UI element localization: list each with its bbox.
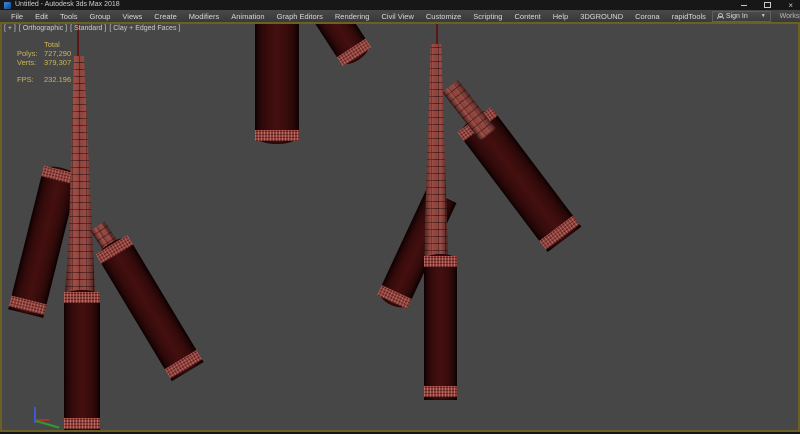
chevron-down-icon: ▼ (761, 13, 766, 19)
right-bottom-cylinder-cap-bottom (424, 386, 457, 397)
left-bottom-cylinder-cap-top (64, 292, 100, 303)
close-icon[interactable]: × (788, 2, 793, 9)
menu-modifiers[interactable]: Modifiers (183, 12, 225, 21)
top-middle-cylinder-cap-bottom (255, 130, 299, 141)
stats-verts-label: Verts: (17, 58, 39, 67)
title-bar: Untitled - Autodesk 3ds Max 2018 × (0, 0, 800, 10)
top-middle-cylinder[interactable] (255, 22, 299, 144)
menu-bar: FileEditToolsGroupViewsCreateModifiersAn… (0, 10, 800, 22)
menu-items: FileEditToolsGroupViewsCreateModifiersAn… (5, 12, 712, 21)
right-trunk[interactable] (424, 44, 448, 258)
scene-3d (0, 22, 800, 432)
sign-in-label: Sign In (726, 13, 748, 20)
sign-in-button[interactable]: Sign In ▼ (712, 11, 771, 22)
app-icon (4, 2, 11, 9)
menu-corona[interactable]: Corona (629, 12, 666, 21)
menu-group[interactable]: Group (84, 12, 117, 21)
menu-scripting[interactable]: Scripting (467, 12, 508, 21)
right-big-branch-cap-bottom (539, 216, 579, 250)
top-right-branch-cap-bottom (337, 39, 372, 67)
viewport-menu-pov[interactable]: [ Orthographic ] (19, 25, 67, 32)
menu-content[interactable]: Content (508, 12, 546, 21)
viewport-menu-shading[interactable]: [ Clay + Edged Faces ] (109, 25, 180, 32)
viewport-label: [ + ] [ Orthographic ] [ Standard ] [ Cl… (4, 25, 180, 32)
menu-edit[interactable]: Edit (29, 12, 54, 21)
minimize-icon[interactable] (741, 5, 747, 6)
stats-total-label: Total (44, 40, 71, 49)
person-icon (717, 13, 723, 19)
menu-file[interactable]: File (5, 12, 29, 21)
menu-animation[interactable]: Animation (225, 12, 270, 21)
menu-rendering[interactable]: Rendering (329, 12, 376, 21)
viewport-orthographic[interactable]: [ + ] [ Orthographic ] [ Standard ] [ Cl… (0, 22, 800, 432)
menu-rapidtools[interactable]: rapidTools (666, 12, 712, 21)
left-bottom-cylinder-cap-bottom (64, 418, 100, 429)
window-title: Untitled - Autodesk 3ds Max 2018 (15, 0, 120, 10)
menu-customize[interactable]: Customize (420, 12, 467, 21)
menu-graph-editors[interactable]: Graph Editors (271, 12, 329, 21)
menu-tools[interactable]: Tools (54, 12, 84, 21)
maximize-icon[interactable] (764, 2, 771, 8)
viewport-menu-standard[interactable]: [ Standard ] (70, 25, 106, 32)
viewport-menu-general[interactable]: [ + ] (4, 25, 16, 32)
menu-help[interactable]: Help (547, 12, 574, 21)
stats-fps-value: 232.196 (44, 75, 71, 84)
statistics-overlay: Total Polys: 727,290 Verts: 379,307 FPS:… (17, 40, 71, 84)
stats-fps-label: FPS: (17, 75, 39, 84)
workspaces-group: Workspaces: Default ▼ (780, 11, 800, 22)
menu-views[interactable]: Views (116, 12, 148, 21)
menu-civil-view[interactable]: Civil View (375, 12, 419, 21)
stats-polys-label: Polys: (17, 49, 39, 58)
left-upper-branch-cap-bottom (9, 296, 47, 315)
stats-polys-value: 727,290 (44, 49, 71, 58)
menu-3dground[interactable]: 3DGROUND (574, 12, 629, 21)
left-lower-right-branch-cap-bottom (164, 350, 201, 378)
menu-create[interactable]: Create (148, 12, 183, 21)
right-bottom-cylinder-cap-top (424, 256, 457, 267)
workspaces-label: Workspaces: (780, 13, 800, 20)
left-lower-right-branch[interactable] (94, 233, 203, 381)
left-bottom-cylinder[interactable] (64, 290, 100, 432)
window-controls: × (741, 2, 796, 9)
stats-verts-value: 379,307 (44, 58, 71, 67)
top-right-branch[interactable] (310, 22, 373, 69)
right-lower-left-branch-cap-bottom (377, 285, 412, 309)
right-bottom-cylinder[interactable] (424, 254, 457, 400)
